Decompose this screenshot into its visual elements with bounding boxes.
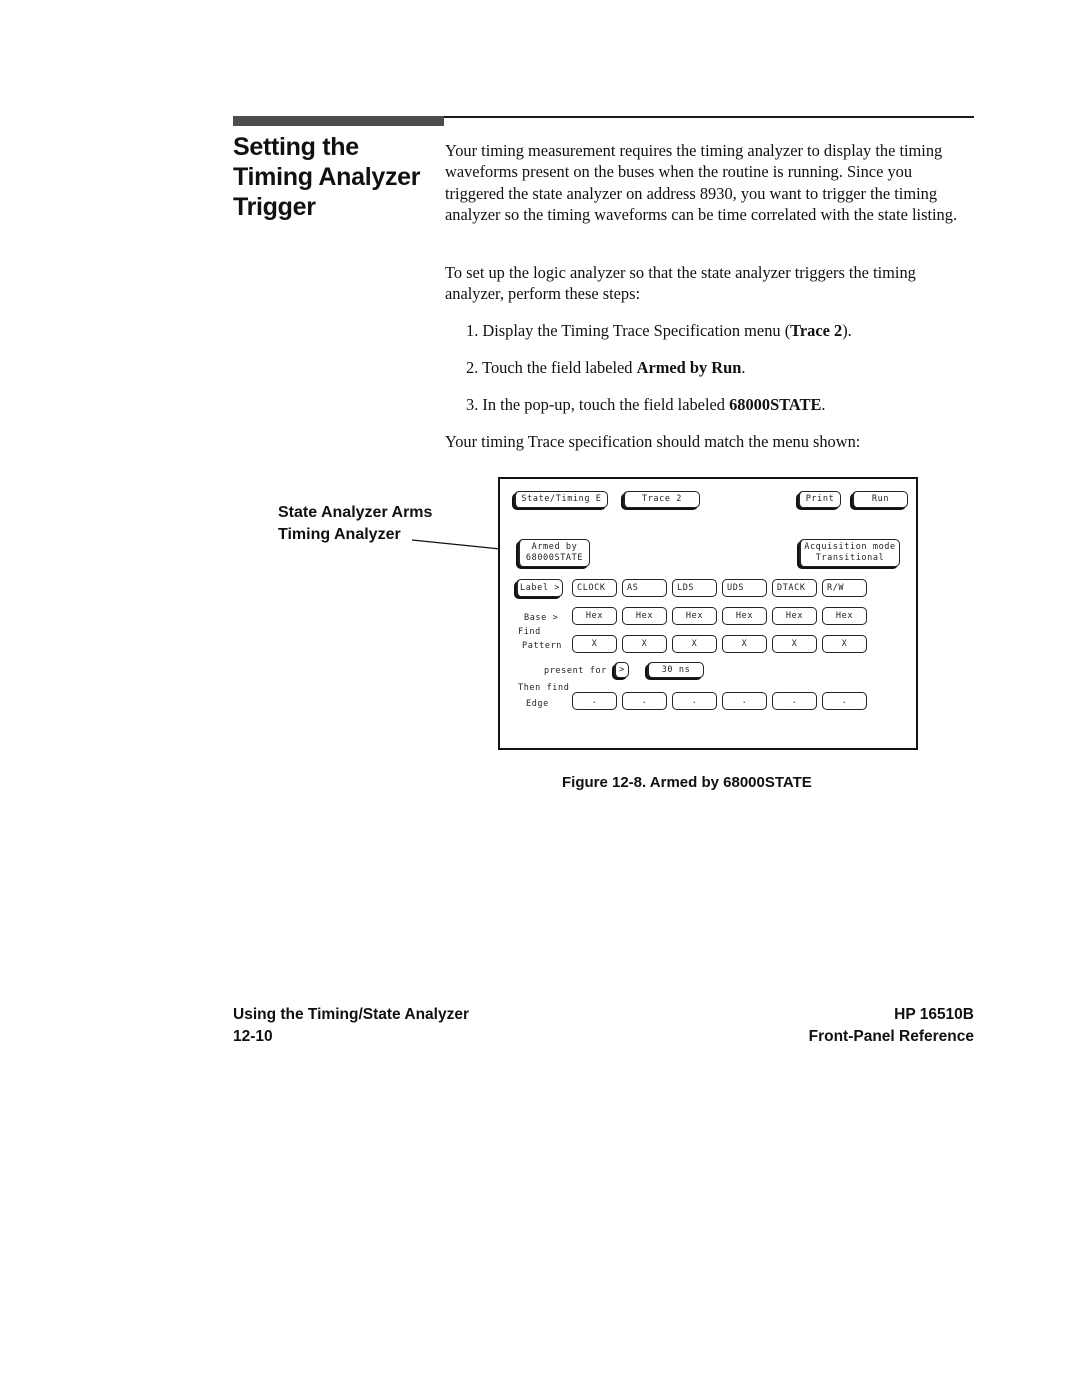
edge-label: Edge: [526, 699, 549, 709]
then-find-label: Then find: [518, 683, 570, 693]
pattern-field-as[interactable]: X: [622, 635, 667, 653]
acquisition-mode-value: Transitional: [815, 553, 885, 563]
edge-field-lds[interactable]: .: [672, 692, 717, 710]
pattern-field-lds[interactable]: X: [672, 635, 717, 653]
present-for-operator-button[interactable]: >: [614, 662, 629, 678]
step-1-bold: Trace 2: [790, 321, 843, 340]
footer-page-number: 12-10: [233, 1028, 273, 1045]
base-field-rw[interactable]: Hex: [822, 607, 867, 625]
label-field-as[interactable]: AS: [622, 579, 667, 597]
step-2: 2. Touch the field labeled Armed by Run.: [466, 357, 745, 378]
base-field-lds[interactable]: Hex: [672, 607, 717, 625]
pattern-field-dtack[interactable]: X: [772, 635, 817, 653]
step-3-bold: 68000STATE: [729, 395, 822, 414]
edge-field-uds[interactable]: .: [722, 692, 767, 710]
step-2-text: 2. Touch the field labeled: [466, 358, 637, 377]
base-field-clock[interactable]: Hex: [572, 607, 617, 625]
step-1-text: 1. Display the Timing Trace Specificatio…: [466, 321, 791, 340]
section-rule-bar: [233, 116, 444, 126]
footer-chapter-title: Using the Timing/State Analyzer: [233, 1006, 469, 1023]
edge-field-rw[interactable]: .: [822, 692, 867, 710]
armed-by-value: 68000STATE: [525, 553, 584, 563]
step-1-suffix: ).: [842, 321, 852, 340]
find-label: Find: [518, 627, 541, 637]
pattern-field-uds[interactable]: X: [722, 635, 767, 653]
footer-left: Using the Timing/State Analyzer 12-10: [233, 1004, 469, 1048]
footer-product: HP 16510B: [894, 1006, 974, 1023]
edge-field-dtack[interactable]: .: [772, 692, 817, 710]
label-field-clock[interactable]: CLOCK: [572, 579, 617, 597]
intro-paragraph: Your timing measurement requires the tim…: [445, 141, 958, 225]
acquisition-mode-button[interactable]: Acquisition mode Transitional: [799, 539, 900, 567]
acquisition-mode-label: Acquisition mode: [804, 542, 896, 552]
armed-by-label: Armed by: [531, 542, 578, 552]
callout-line-1: State Analyzer Arms: [278, 504, 433, 521]
edge-field-clock[interactable]: .: [572, 692, 617, 710]
label-button[interactable]: Label >: [516, 579, 563, 597]
step-2-bold: Armed by Run: [636, 358, 742, 377]
heading-line-3: Trigger: [233, 193, 316, 221]
step-1: 1. Display the Timing Trace Specificatio…: [466, 320, 852, 341]
module-select-button[interactable]: State/Timing E: [514, 491, 608, 508]
menu-intro-paragraph: Your timing Trace specification should m…: [445, 432, 861, 451]
pattern-field-rw[interactable]: X: [822, 635, 867, 653]
trace-menu-button[interactable]: Trace 2: [623, 491, 700, 508]
setup-paragraph: To set up the logic analyzer so that the…: [445, 263, 916, 304]
figure-caption: Figure 12-8. Armed by 68000STATE: [562, 774, 812, 791]
heading-line-1: Setting the: [233, 133, 359, 161]
heading-line-2: Timing Analyzer: [233, 163, 421, 191]
base-label: Base >: [524, 613, 559, 623]
present-for-label: present for: [544, 666, 607, 676]
run-button[interactable]: Run: [852, 491, 908, 508]
footer-manual-title: Front-Panel Reference: [808, 1028, 974, 1045]
section-rule-line: [444, 116, 974, 118]
base-field-as[interactable]: Hex: [622, 607, 667, 625]
present-for-duration-field[interactable]: 30 ns: [647, 662, 704, 678]
step-3: 3. In the pop-up, touch the field labele…: [466, 394, 826, 415]
base-field-uds[interactable]: Hex: [722, 607, 767, 625]
step-3-suffix: .: [821, 395, 826, 414]
footer-right: HP 16510B Front-Panel Reference: [809, 1004, 974, 1048]
label-field-rw[interactable]: R/W: [822, 579, 867, 597]
pattern-label: Pattern: [522, 641, 563, 651]
step-3-text: 3. In the pop-up, touch the field labele…: [466, 395, 730, 414]
base-field-dtack[interactable]: Hex: [772, 607, 817, 625]
label-field-uds[interactable]: UDS: [722, 579, 767, 597]
print-button[interactable]: Print: [798, 491, 841, 508]
trace-spec-screen: State/Timing E Trace 2 Print Run Armed b…: [498, 477, 918, 750]
edge-field-as[interactable]: .: [622, 692, 667, 710]
armed-by-button[interactable]: Armed by 68000STATE: [518, 539, 590, 567]
label-field-lds[interactable]: LDS: [672, 579, 717, 597]
section-heading: Setting the Timing Analyzer Trigger: [233, 132, 421, 222]
label-field-dtack[interactable]: DTACK: [772, 579, 817, 597]
pattern-field-clock[interactable]: X: [572, 635, 617, 653]
step-2-suffix: .: [741, 358, 746, 377]
